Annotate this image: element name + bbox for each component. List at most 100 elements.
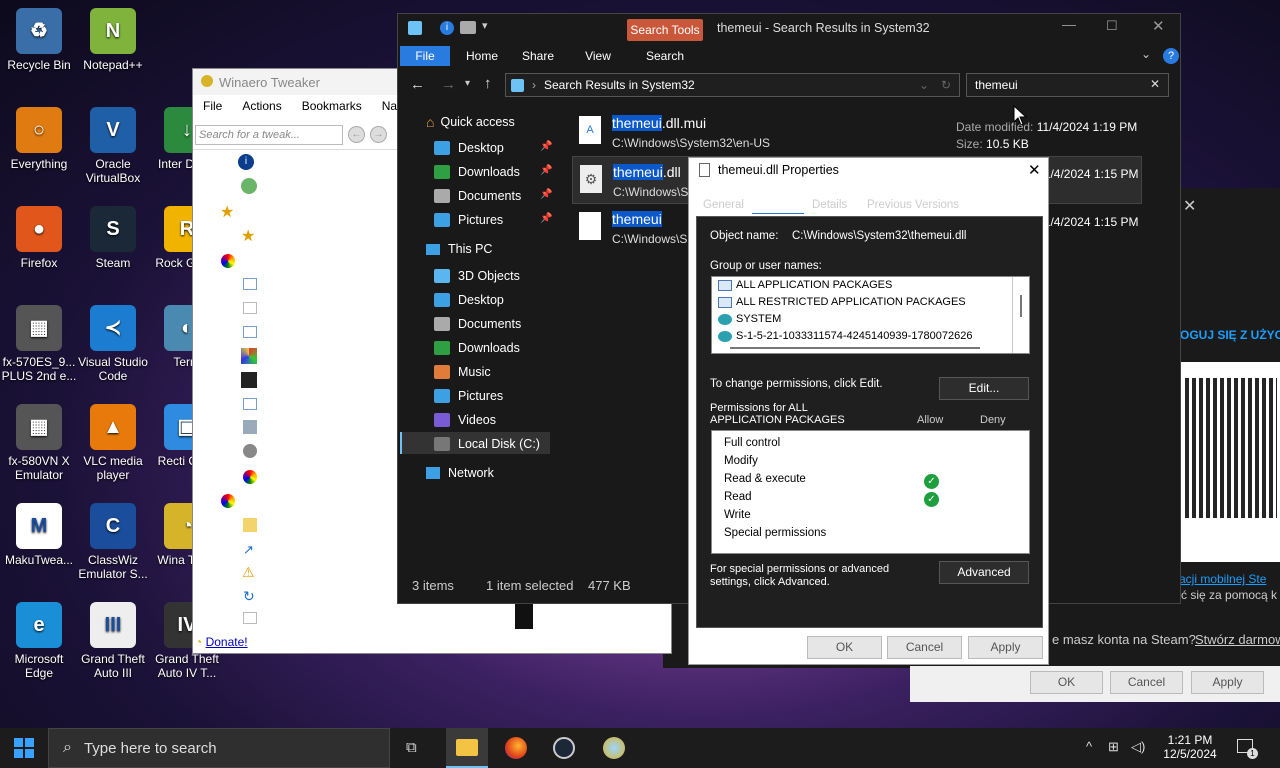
nav-item[interactable]: Local Disk (C:) [434,434,540,454]
desktop-icon[interactable]: C ClassWiz Emulator S... [74,503,152,581]
steam-ok-button[interactable]: OK [1030,671,1103,694]
steam-cancel-button[interactable]: Cancel [1110,671,1183,694]
nav-this-pc[interactable]: This PC [426,242,492,256]
pin-icon[interactable]: 📌 [540,141,552,152]
ribbon-tab[interactable]: Share [510,46,566,66]
refresh-icon[interactable]: ↻ [941,78,951,92]
ribbon-tab[interactable]: View [570,46,626,66]
user-list-scrollbar[interactable] [1012,277,1029,353]
firefox-icon[interactable] [505,737,527,759]
desktop-icon[interactable]: e Microsoft Edge [0,602,78,680]
nav-item[interactable]: Downloads [434,162,520,182]
apply-button[interactable]: Apply [968,636,1043,659]
nav-item[interactable]: Music [434,362,491,382]
cancel-button[interactable]: Cancel [887,636,962,659]
search-input[interactable]: themeui [966,73,1169,97]
pin-icon[interactable]: 📌 [540,213,552,224]
up-arrow-icon[interactable]: ↑ [484,75,492,92]
horizontal-scrollbar[interactable] [730,347,980,349]
desktop-icon[interactable]: III Grand Theft Auto III [74,602,152,680]
properties-icon[interactable]: i [440,21,454,35]
nav-item[interactable]: Documents [434,314,521,334]
donate-link[interactable]: Donate! [206,635,248,649]
ribbon-tab[interactable]: Search [630,46,700,66]
ribbon-tab[interactable]: Home [456,46,508,66]
desktop-icon[interactable]: ♻ Recycle Bin [0,8,78,72]
network-status-icon[interactable]: ⊞ [1108,739,1119,755]
new-folder-icon[interactable] [460,21,476,34]
menu-item[interactable]: File [193,99,232,113]
nav-item[interactable]: Downloads [434,338,520,358]
ok-button[interactable]: OK [807,636,882,659]
edit-button[interactable]: Edit... [939,377,1029,400]
forward-arrow-icon[interactable]: → [441,76,456,93]
desktop-icon[interactable]: ▦ fx-570ES_9... PLUS 2nd e... [0,305,78,383]
tweak-search-input[interactable]: Search for a tweak... [195,125,343,145]
close-icon[interactable]: ✕ [1028,161,1041,179]
tab-security[interactable] [752,196,804,214]
desktop-icon[interactable]: M MakuTwea... [0,503,78,567]
steam-icon[interactable] [553,737,575,759]
menu-item[interactable]: Actions [232,99,291,113]
desktop-icon[interactable]: S Steam [74,206,152,270]
desktop-icon[interactable]: V Oracle VirtualBox [74,107,152,185]
nav-item[interactable]: Desktop [434,290,504,310]
desktop-icon[interactable]: ▲ VLC media player [74,404,152,482]
maximize-icon[interactable]: ☐ [1106,18,1118,34]
pin-icon[interactable]: 📌 [540,189,552,200]
nav-quick-access[interactable]: ⌂ Quick access [426,114,515,130]
back-arrow-icon[interactable]: ← [410,76,425,93]
steam-mobile-link[interactable]: kacji mobilnej Ste [1173,572,1266,586]
nav-item[interactable]: Pictures [434,386,503,406]
desktop-icon[interactable]: ▦ fx-580VN X Emulator [0,404,78,482]
pin-icon[interactable]: 📌 [540,165,552,176]
user-list-item[interactable]: S-1-5-21-1033311574-4245140939-178007262… [712,328,1029,345]
desktop-icon[interactable]: ● Firefox [0,206,78,270]
winaero-tweaker-icon[interactable] [603,737,625,759]
tab-details[interactable]: Details [812,199,847,211]
chevron-down-icon[interactable]: ▾ [482,19,488,32]
start-icon[interactable] [14,738,34,758]
tab-previous-versions[interactable]: Previous Versions [867,199,959,211]
advanced-button[interactable]: Advanced [939,561,1029,584]
clock[interactable]: 1:21 PM 12/5/2024 [1160,733,1220,761]
clear-search-icon[interactable]: ✕ [1150,77,1160,91]
nav-item[interactable]: Desktop [434,138,504,158]
tiles-icon [241,348,257,364]
close-icon[interactable]: ✕ [1152,17,1165,35]
nav-network[interactable]: Network [426,466,494,480]
collapse-ribbon-icon[interactable]: ⌄ [1141,47,1151,61]
minimize-icon[interactable]: — [1062,16,1076,32]
menu-item[interactable]: Bookmarks [292,99,372,113]
search-tools-tab[interactable]: Search Tools [627,19,703,41]
steam-apply-button[interactable]: Apply [1191,671,1264,694]
taskbar-search[interactable]: ⌕ Type here to search [48,728,390,768]
close-icon[interactable]: ✕ [1183,196,1196,216]
help-icon[interactable]: ? [1163,48,1179,64]
nav-item[interactable]: 3D Objects [434,266,520,286]
nav-item[interactable]: Pictures [434,210,503,230]
ribbon-tab[interactable]: File [400,46,450,66]
properties-dialog[interactable]: themeui.dll Properties ✕ General Details… [688,157,1049,665]
desktop-icon[interactable]: ≺ Visual Studio Code [74,305,152,383]
nav-item[interactable]: Videos [434,410,496,430]
user-list[interactable]: ALL APPLICATION PACKAGES ALL RESTRICTED A… [711,276,1030,354]
speaker-icon[interactable]: ◁) [1131,739,1145,755]
create-account-link[interactable]: Stwórz darmow [1195,632,1280,647]
user-list-item[interactable]: SYSTEM [712,311,1029,328]
chevron-up-icon[interactable]: ^ [1086,739,1092,754]
file-icon [579,212,601,240]
desktop-icon[interactable]: N Notepad++ [74,8,152,72]
user-list-item[interactable]: ALL RESTRICTED APPLICATION PACKAGES [712,294,1029,311]
nav-item[interactable]: Documents [434,186,521,206]
task-view-icon[interactable]: ⧉ [406,739,417,756]
forward-icon[interactable]: → [370,126,387,143]
tab-general[interactable]: General [703,199,744,211]
recent-locations-icon[interactable]: ▾ [465,78,470,89]
file-explorer-taskbar-button[interactable] [446,728,488,768]
user-list-item[interactable]: ALL APPLICATION PACKAGES [712,277,1029,294]
desktop-icon[interactable]: ○ Everything [0,107,78,171]
qr-code [1181,362,1280,562]
back-icon[interactable]: ← [348,126,365,143]
address-bar[interactable]: › Search Results in System32 ⌄ ↻ [505,73,960,97]
